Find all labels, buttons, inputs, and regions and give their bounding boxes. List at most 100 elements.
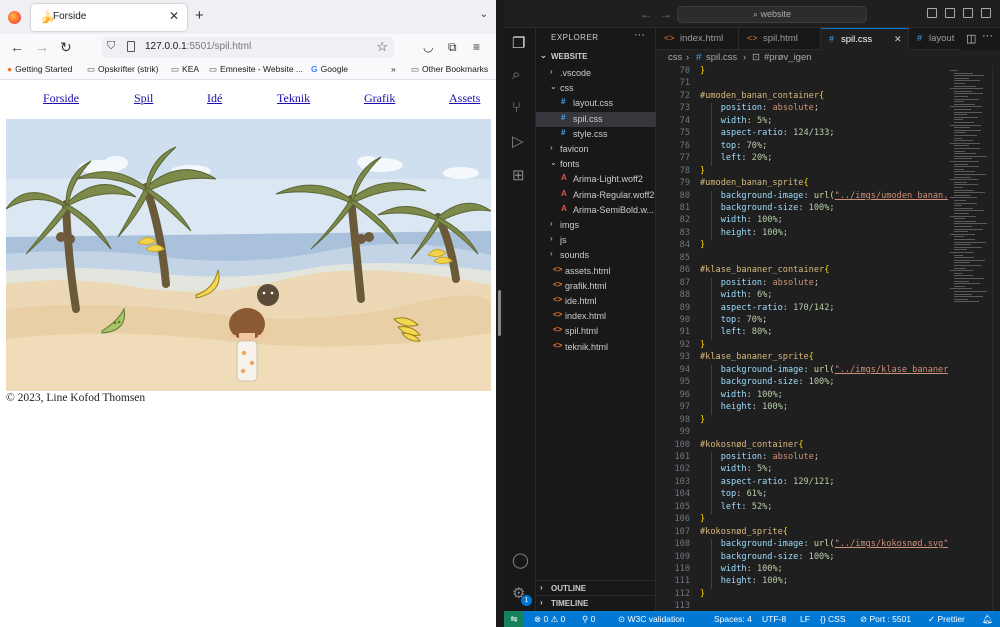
code-line[interactable]: left: 80%; (700, 327, 960, 337)
browser-tab-forside[interactable]: 🍌 Forside ✕ (31, 4, 187, 31)
code-line[interactable]: background-size: 100%; (700, 377, 960, 387)
firefox-logo-icon[interactable] (8, 11, 21, 24)
tree-folder[interactable]: › sounds (536, 248, 656, 263)
forward-arrow-icon[interactable]: → (35, 39, 49, 55)
back-arrow-icon[interactable]: ← (10, 39, 24, 55)
prettier-status[interactable]: ✓ Prettier (928, 614, 965, 625)
tree-file[interactable]: A Arima-Regular.woff2 (536, 188, 656, 203)
code-line[interactable]: #kokosnød_container{ (700, 440, 960, 450)
toggle-sidebar-icon[interactable] (927, 8, 937, 18)
tree-file[interactable]: <> assets.html (536, 264, 656, 279)
timeline-section[interactable]: › TIMELINE (536, 595, 656, 610)
tree-folder[interactable]: › js (536, 233, 656, 248)
code-line[interactable]: aspect-ratio: 129/121; (700, 477, 960, 487)
tab-spil-html[interactable]: <> spil.html (739, 28, 821, 50)
bookmark-getting-started[interactable]: ● Getting Started (7, 64, 72, 74)
split-divider[interactable] (496, 0, 504, 627)
menu-hamburger-icon[interactable]: ≡ (473, 40, 480, 54)
tree-folder[interactable]: ⌄ fonts (536, 157, 656, 172)
pocket-icon[interactable]: ◡ (423, 40, 433, 54)
nav-link-spil[interactable]: Spil (134, 91, 153, 106)
code-line[interactable]: } (700, 514, 960, 524)
code-line[interactable]: width: 6%; (700, 290, 960, 300)
code-line[interactable]: width: 100%; (700, 215, 960, 225)
breadcrumb-file[interactable]: spil.css (706, 52, 737, 63)
source-control-icon[interactable]: ⑂ (512, 99, 521, 116)
code-line[interactable]: top: 70%; (700, 141, 960, 151)
tree-file[interactable]: # layout.css (536, 96, 656, 111)
back-arrow-icon[interactable]: ← (640, 7, 652, 21)
breadcrumb-folder[interactable]: css (668, 52, 682, 63)
url-text[interactable]: 127.0.0.1:5501/spil.html (145, 41, 251, 52)
tree-file[interactable]: <> spil.html (536, 324, 656, 339)
code-line[interactable]: #umoden_banan_container{ (700, 91, 960, 101)
close-icon[interactable]: ✕ (894, 34, 902, 45)
code-line[interactable]: aspect-ratio: 124/133; (700, 128, 960, 138)
remote-indicator-icon[interactable]: ⇋ (504, 611, 524, 627)
code-line[interactable]: position: absolute; (700, 278, 960, 288)
live-server-port-status[interactable]: ⊘ Port : 5501 (860, 614, 911, 625)
code-line[interactable]: background-image: url("../imgs/kokosnød.… (700, 539, 960, 549)
code-line[interactable]: background-image: url("../imgs/klase_ban… (700, 365, 985, 375)
outline-section[interactable]: › OUTLINE (536, 580, 656, 595)
toggle-panel-icon[interactable] (945, 8, 955, 18)
code-line[interactable]: top: 70%; (700, 315, 960, 325)
w3c-validation-status[interactable]: ⊙ W3C validation (618, 614, 685, 625)
code-line[interactable]: #klase_bananer_container{ (700, 265, 960, 275)
tree-file[interactable]: <> index.html (536, 309, 656, 324)
page-icon[interactable] (127, 41, 135, 52)
nav-link-assets[interactable]: Assets (449, 91, 480, 106)
extensions-icon[interactable]: ⊞ (512, 166, 525, 184)
code-line[interactable]: #kokosnød_sprite{ (700, 527, 960, 537)
drag-handle[interactable] (498, 290, 501, 336)
search-icon[interactable]: ⌕ (512, 66, 520, 83)
code-line[interactable]: #umoden_banan_sprite{ (700, 178, 960, 188)
code-line[interactable]: #klase_bananer_sprite{ (700, 352, 960, 362)
tree-file[interactable]: <> teknik.html (536, 340, 656, 355)
command-center-search[interactable]: ⌕ website (677, 6, 867, 23)
tree-folder[interactable]: › imgs (536, 218, 656, 233)
toggle-secondary-sidebar-icon[interactable] (963, 8, 973, 18)
new-tab-plus-icon[interactable]: + (195, 7, 204, 24)
code-line[interactable]: top: 61%; (700, 489, 960, 499)
split-editor-icon[interactable]: ◫ (966, 32, 976, 45)
notifications-bell-icon[interactable]: 🔔︎ (982, 614, 993, 625)
tree-file[interactable]: <> grafik.html (536, 279, 656, 294)
indentation-status[interactable]: Spaces: 4 (714, 614, 752, 624)
workspace-root[interactable]: ⌄ WEBSITE (536, 50, 656, 65)
url-bar[interactable]: ⛉ 127.0.0.1:5501/spil.html ☆ (102, 37, 394, 58)
explorer-icon[interactable]: ❐ (512, 34, 525, 52)
tree-file[interactable]: A Arima-Light.woff2 (536, 172, 656, 187)
minimap[interactable] (948, 66, 992, 611)
code-line[interactable]: } (700, 415, 960, 425)
code-line[interactable]: width: 5%; (700, 464, 960, 474)
nav-link-teknik[interactable]: Teknik (277, 91, 310, 106)
code-line[interactable]: background-size: 100%; (700, 203, 960, 213)
vertical-scrollbar[interactable] (992, 66, 1000, 611)
run-debug-icon[interactable]: ▷ (512, 132, 524, 150)
code-line[interactable]: } (700, 66, 960, 76)
extensions-icon[interactable]: ⧉ (448, 40, 457, 55)
account-icon[interactable]: ◯ (512, 551, 529, 569)
star-icon[interactable]: ☆ (376, 39, 388, 55)
bookmark-google[interactable]: G Google (311, 64, 348, 74)
code-line[interactable]: } (700, 240, 960, 250)
code-line[interactable]: width: 100%; (700, 564, 960, 574)
language-mode-status[interactable]: {} CSS (820, 614, 846, 624)
code-line[interactable]: height: 100%; (700, 402, 960, 412)
forward-arrow-icon[interactable]: → (660, 7, 672, 21)
nav-link-ide[interactable]: Idé (207, 91, 222, 106)
bookmark-emnesite[interactable]: ▭ Emnesite - Website ... (209, 64, 303, 75)
more-actions-icon[interactable]: ··· (982, 30, 993, 42)
code-editor[interactable]: 70 71 72 73 74 75 76 77 78 79 80 81 82 83 84 85 86 87 88 89… (656, 66, 1000, 611)
shield-icon[interactable]: ⛉ (107, 40, 115, 53)
tree-file[interactable]: A Arima-SemiBold.w... (536, 203, 656, 218)
bookmarks-overflow-icon[interactable]: » (391, 64, 396, 74)
tree-folder[interactable]: › .vscode (536, 66, 656, 81)
tree-file[interactable]: <> ide.html (536, 294, 656, 309)
code-line[interactable]: } (700, 340, 960, 350)
code-line[interactable]: width: 5%; (700, 116, 960, 126)
code-line[interactable]: background-size: 100%; (700, 552, 960, 562)
tab-index-html[interactable]: <> index.html (656, 28, 739, 50)
encoding-status[interactable]: UTF-8 (762, 614, 786, 624)
